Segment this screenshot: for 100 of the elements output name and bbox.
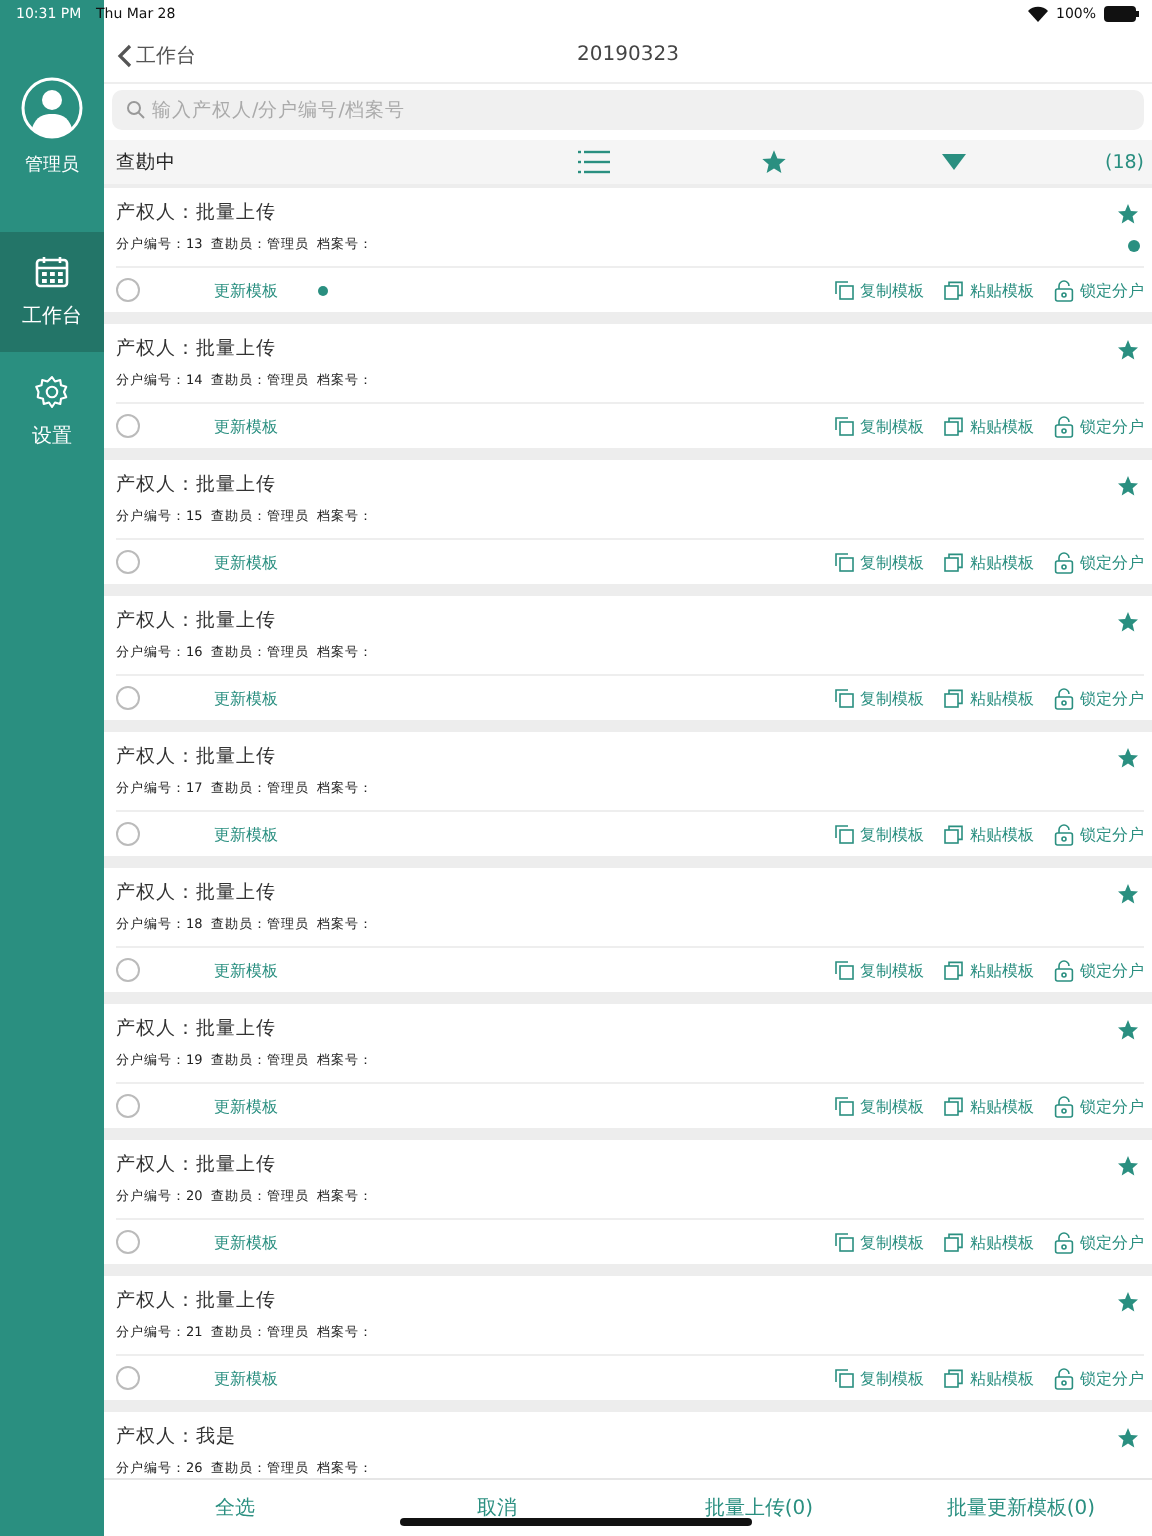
copy-template-button[interactable]: 复制模板 bbox=[834, 415, 924, 437]
unlocked-padlock-icon bbox=[1054, 279, 1074, 301]
paste-icon bbox=[944, 688, 964, 708]
paste-template-button[interactable]: 粘贴模板 bbox=[944, 959, 1034, 981]
lock-unit-button[interactable]: 锁定分户 bbox=[1054, 1095, 1144, 1117]
owner-name: 产权人：批量上传 bbox=[116, 200, 276, 226]
paste-icon bbox=[944, 1096, 964, 1116]
star-icon[interactable] bbox=[1116, 202, 1140, 226]
select-checkbox[interactable] bbox=[116, 1366, 140, 1390]
unlocked-padlock-icon bbox=[1054, 1095, 1074, 1117]
lock-unit-button[interactable]: 锁定分户 bbox=[1054, 1231, 1144, 1253]
dropdown-icon[interactable] bbox=[942, 154, 966, 170]
select-checkbox[interactable] bbox=[116, 958, 140, 982]
status-filter[interactable]: 查勘中 bbox=[116, 149, 176, 175]
paste-template-button[interactable]: 粘贴模板 bbox=[944, 823, 1034, 845]
copy-template-button[interactable]: 复制模板 bbox=[834, 551, 924, 573]
paste-template-button[interactable]: 粘贴模板 bbox=[944, 1367, 1034, 1389]
search-field[interactable]: 输入产权人/分户编号/档案号 bbox=[112, 90, 1144, 130]
lock-unit-button[interactable]: 锁定分户 bbox=[1054, 279, 1144, 301]
update-template-link[interactable]: 更新模板 bbox=[214, 279, 278, 301]
owner-name: 产权人：批量上传 bbox=[116, 744, 276, 770]
paste-icon bbox=[944, 416, 964, 436]
paste-icon bbox=[944, 280, 964, 300]
copy-template-button[interactable]: 复制模板 bbox=[834, 1367, 924, 1389]
paste-template-button[interactable]: 粘贴模板 bbox=[944, 1231, 1034, 1253]
settings-icon bbox=[34, 374, 70, 410]
copy-template-button[interactable]: 复制模板 bbox=[834, 1231, 924, 1253]
bottom-action-button[interactable]: 批量更新模板(0) bbox=[934, 1492, 1108, 1524]
update-dot bbox=[318, 285, 328, 295]
select-checkbox[interactable] bbox=[116, 278, 140, 302]
select-checkbox[interactable] bbox=[116, 686, 140, 710]
update-template-link[interactable]: 更新模板 bbox=[214, 1367, 278, 1389]
update-template-link[interactable]: 更新模板 bbox=[214, 1095, 278, 1117]
lock-unit-button[interactable]: 锁定分户 bbox=[1054, 415, 1144, 437]
calendar-icon bbox=[34, 254, 70, 290]
update-template-link[interactable]: 更新模板 bbox=[214, 823, 278, 845]
lock-unit-button[interactable]: 锁定分户 bbox=[1054, 1367, 1144, 1389]
bottom-action-button[interactable]: 批量上传(0) bbox=[692, 1492, 826, 1524]
battery-icon bbox=[1104, 6, 1140, 22]
star-icon[interactable] bbox=[1116, 610, 1140, 634]
copy-icon bbox=[834, 1096, 854, 1116]
copy-template-button[interactable]: 复制模板 bbox=[834, 959, 924, 981]
star-icon[interactable] bbox=[1116, 1290, 1140, 1314]
copy-template-button[interactable]: 复制模板 bbox=[834, 279, 924, 301]
copy-template-button[interactable]: 复制模板 bbox=[834, 823, 924, 845]
star-icon[interactable] bbox=[1116, 474, 1140, 498]
star-icon[interactable] bbox=[1116, 746, 1140, 770]
star-icon[interactable] bbox=[1116, 1018, 1140, 1042]
paste-template-button[interactable]: 粘贴模板 bbox=[944, 279, 1034, 301]
select-checkbox[interactable] bbox=[116, 1230, 140, 1254]
list-icon[interactable] bbox=[578, 150, 610, 174]
paste-template-button[interactable]: 粘贴模板 bbox=[944, 551, 1034, 573]
star-filter-icon[interactable] bbox=[760, 148, 788, 176]
paste-icon bbox=[944, 1232, 964, 1252]
copy-icon bbox=[834, 280, 854, 300]
copy-icon bbox=[834, 824, 854, 844]
sidebar-item[interactable]: 设置 bbox=[0, 352, 104, 472]
owner-name: 产权人：批量上传 bbox=[116, 336, 276, 362]
paste-template-button[interactable]: 粘贴模板 bbox=[944, 415, 1034, 437]
lock-unit-button[interactable]: 锁定分户 bbox=[1054, 823, 1144, 845]
bottom-action-button[interactable]: 全选 bbox=[203, 1492, 267, 1524]
paste-template-button[interactable]: 粘贴模板 bbox=[944, 687, 1034, 709]
copy-icon bbox=[834, 552, 854, 572]
copy-icon bbox=[834, 1232, 854, 1252]
lock-unit-button[interactable]: 锁定分户 bbox=[1054, 551, 1144, 573]
select-checkbox[interactable] bbox=[116, 1094, 140, 1118]
paste-template-button[interactable]: 粘贴模板 bbox=[944, 1095, 1034, 1117]
back-button[interactable]: 工作台 bbox=[104, 41, 196, 69]
sidebar-item[interactable]: 工作台 bbox=[0, 232, 104, 352]
bottom-action-button[interactable]: 取消 bbox=[465, 1492, 529, 1524]
page-title: 20190323 bbox=[577, 44, 679, 66]
owner-name: 产权人：我是 bbox=[116, 1424, 236, 1450]
update-template-link[interactable]: 更新模板 bbox=[214, 687, 278, 709]
unlocked-padlock-icon bbox=[1054, 687, 1074, 709]
owner-name: 产权人：批量上传 bbox=[116, 1016, 276, 1042]
lock-unit-button[interactable]: 锁定分户 bbox=[1054, 687, 1144, 709]
wifi-icon bbox=[1027, 6, 1048, 22]
update-template-link[interactable]: 更新模板 bbox=[214, 415, 278, 437]
paste-icon bbox=[944, 1368, 964, 1388]
select-checkbox[interactable] bbox=[116, 822, 140, 846]
paste-icon bbox=[944, 960, 964, 980]
copy-icon bbox=[834, 960, 854, 980]
copy-icon bbox=[834, 688, 854, 708]
copy-template-button[interactable]: 复制模板 bbox=[834, 687, 924, 709]
owner-name: 产权人：批量上传 bbox=[116, 608, 276, 634]
star-icon[interactable] bbox=[1116, 882, 1140, 906]
copy-template-button[interactable]: 复制模板 bbox=[834, 1095, 924, 1117]
paste-icon bbox=[944, 824, 964, 844]
star-icon[interactable] bbox=[1116, 1154, 1140, 1178]
unlocked-padlock-icon bbox=[1054, 415, 1074, 437]
select-checkbox[interactable] bbox=[116, 550, 140, 574]
lock-unit-button[interactable]: 锁定分户 bbox=[1054, 959, 1144, 981]
star-icon[interactable] bbox=[1116, 1426, 1140, 1450]
star-icon[interactable] bbox=[1116, 338, 1140, 362]
update-template-link[interactable]: 更新模板 bbox=[214, 551, 278, 573]
select-checkbox[interactable] bbox=[116, 414, 140, 438]
update-template-link[interactable]: 更新模板 bbox=[214, 1231, 278, 1253]
owner-name: 产权人：批量上传 bbox=[116, 472, 276, 498]
update-template-link[interactable]: 更新模板 bbox=[214, 959, 278, 981]
owner-name: 产权人：批量上传 bbox=[116, 1288, 276, 1314]
